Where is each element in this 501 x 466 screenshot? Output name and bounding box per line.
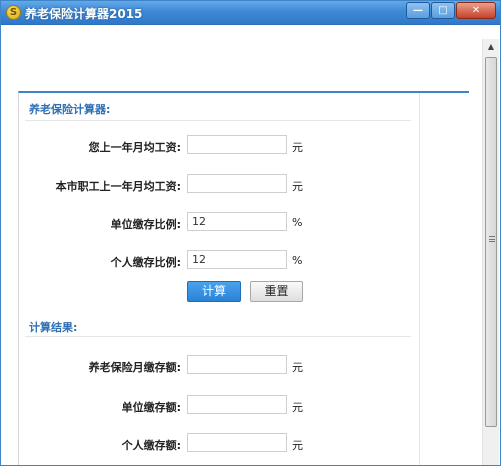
section-divider bbox=[25, 336, 411, 337]
unit-label: 元 bbox=[292, 361, 303, 374]
app-window: S 养老保险计算器2015 — □ ✕ ▲ 养老保险计算器: 您上一年月均工资:… bbox=[0, 0, 501, 466]
field-label-your-salary: 您上一年月均工资: bbox=[88, 141, 181, 154]
window-title: 养老保险计算器2015 bbox=[25, 7, 143, 21]
your-salary-input[interactable] bbox=[187, 135, 287, 154]
field-label-personal-amount: 个人缴存额: bbox=[121, 439, 181, 452]
vertical-scrollbar[interactable]: ▲ bbox=[482, 39, 499, 465]
close-button[interactable]: ✕ bbox=[456, 2, 496, 19]
panel-side-column bbox=[419, 93, 469, 465]
employer-rate-input[interactable] bbox=[187, 212, 287, 231]
field-label-personal-rate: 个人缴存比例: bbox=[110, 256, 181, 269]
personal-rate-input[interactable] bbox=[187, 250, 287, 269]
calculate-button[interactable]: 计算 bbox=[187, 281, 241, 302]
field-label-employer-amount: 单位缴存额: bbox=[121, 401, 181, 414]
personal-amount-output[interactable] bbox=[187, 433, 287, 452]
unit-label: 元 bbox=[292, 401, 303, 414]
unit-label: 元 bbox=[292, 439, 303, 452]
unit-label: 元 bbox=[292, 180, 303, 193]
unit-label: 元 bbox=[292, 141, 303, 154]
scrollbar-thumb[interactable] bbox=[485, 57, 497, 427]
app-logo-icon: S bbox=[6, 5, 21, 20]
field-label-employer-rate: 单位缴存比例: bbox=[110, 218, 181, 231]
city-salary-input[interactable] bbox=[187, 174, 287, 193]
results-section-title: 计算结果: bbox=[29, 321, 78, 334]
grip-icon bbox=[489, 236, 495, 242]
section-divider bbox=[25, 120, 411, 121]
monthly-total-output[interactable] bbox=[187, 355, 287, 374]
field-label-city-salary: 本市职工上一年月均工资: bbox=[55, 180, 181, 193]
calculator-panel: 养老保险计算器: 您上一年月均工资: 元 本市职工上一年月均工资: 元 单位缴存… bbox=[18, 91, 469, 465]
field-label-monthly-total: 养老保险月缴存额: bbox=[88, 361, 181, 374]
employer-amount-output[interactable] bbox=[187, 395, 287, 414]
unit-label: % bbox=[292, 216, 303, 229]
title-bar[interactable]: S 养老保险计算器2015 — □ ✕ bbox=[1, 1, 500, 25]
maximize-button[interactable]: □ bbox=[431, 2, 455, 19]
unit-label: % bbox=[292, 254, 303, 267]
calculator-section-title: 养老保险计算器: bbox=[29, 103, 111, 116]
window-controls: — □ ✕ bbox=[406, 2, 496, 19]
minimize-button[interactable]: — bbox=[406, 2, 430, 19]
reset-button[interactable]: 重置 bbox=[250, 281, 303, 302]
scroll-up-arrow-icon[interactable]: ▲ bbox=[483, 39, 499, 55]
